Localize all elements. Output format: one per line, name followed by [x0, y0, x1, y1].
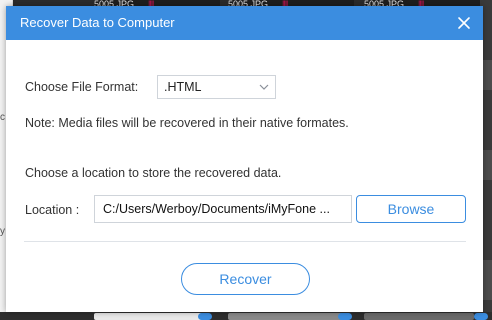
location-prompt: Choose a location to store the recovered…	[25, 166, 282, 180]
background-check-icon	[338, 313, 352, 320]
background-thumbnail	[364, 313, 474, 320]
location-label: Location :	[25, 203, 80, 217]
background-text-fragment: y	[0, 226, 5, 237]
recover-button[interactable]: Recover	[181, 263, 310, 295]
location-path-field[interactable]: C:/Users/Werboy/Documents/iMyFone ...	[94, 195, 352, 223]
recover-data-dialog: Recover Data to Computer Choose File For…	[6, 6, 483, 312]
background-text-fragment: c	[0, 112, 5, 123]
media-note: Note: Media files will be recovered in t…	[25, 116, 349, 130]
browse-button[interactable]: Browse	[356, 195, 466, 223]
file-format-selected-value: .HTML	[164, 80, 202, 94]
dialog-title: Recover Data to Computer	[20, 15, 175, 30]
file-format-label: Choose File Format:	[25, 80, 139, 94]
dialog-divider	[24, 241, 466, 242]
close-icon	[458, 17, 470, 29]
file-format-select[interactable]: .HTML	[157, 75, 276, 99]
background-app-bottom-strip	[0, 312, 492, 320]
location-path-value: C:/Users/Werboy/Documents/iMyFone ...	[103, 202, 330, 216]
close-button[interactable]	[455, 14, 473, 32]
background-thumbnail	[94, 313, 204, 320]
background-thumbnail	[228, 313, 344, 320]
background-check-icon	[198, 313, 212, 320]
dialog-titlebar: Recover Data to Computer	[6, 6, 483, 40]
chevron-down-icon	[259, 84, 269, 90]
background-check-icon	[474, 313, 488, 320]
